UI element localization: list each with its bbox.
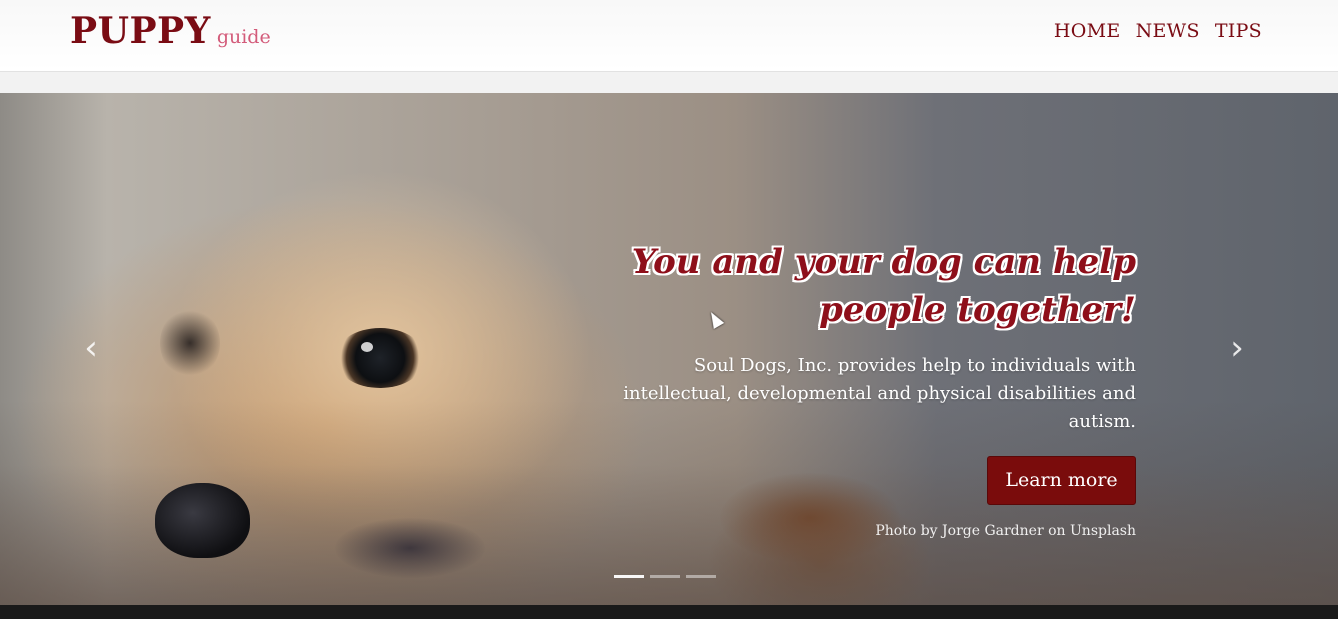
caption-text: Soul Dogs, Inc. provides help to individ…: [623, 355, 1136, 432]
credit-site-link[interactable]: Unsplash: [1070, 523, 1136, 539]
dog-photo-paw: [335, 518, 485, 578]
brand-name: PUPPY: [70, 10, 211, 52]
credit-on: on: [1048, 523, 1066, 539]
carousel-indicator-3[interactable]: [686, 575, 716, 578]
carousel-caption: You and your dog can help people togethe…: [596, 238, 1136, 539]
dog-photo-eye: [335, 328, 425, 388]
brand-logo[interactable]: PUPPY guide: [70, 10, 271, 52]
nav-link-news[interactable]: NEWS: [1136, 20, 1200, 42]
page-bottom-edge: [0, 605, 1338, 619]
dog-photo-left-eye: [160, 308, 220, 378]
chevron-right-icon[interactable]: ›: [1224, 328, 1250, 368]
dog-photo-nose: [155, 483, 250, 558]
caption-title: You and your dog can help people togethe…: [631, 242, 1136, 330]
nav-link-tips[interactable]: TIPS: [1215, 20, 1262, 42]
nav-link-home[interactable]: HOME: [1054, 20, 1121, 42]
main-nav: HOME NEWS TIPS: [1054, 20, 1262, 42]
credit-prefix: Photo by: [875, 523, 938, 539]
hero-carousel: ‹ › You and your dog can help people tog…: [0, 93, 1338, 605]
carousel-indicator-1[interactable]: [614, 575, 644, 578]
carousel-indicators: [614, 575, 716, 578]
credit-author-link[interactable]: Jorge Gardner: [942, 523, 1044, 539]
chevron-left-icon[interactable]: ‹: [78, 328, 104, 368]
brand-tagline: guide: [216, 26, 271, 48]
learn-more-button[interactable]: Learn more: [987, 456, 1136, 505]
photo-credit: Photo by Jorge Gardner on Unsplash: [596, 523, 1136, 539]
top-navbar: PUPPY guide HOME NEWS TIPS: [0, 0, 1338, 72]
carousel-indicator-2[interactable]: [650, 575, 680, 578]
